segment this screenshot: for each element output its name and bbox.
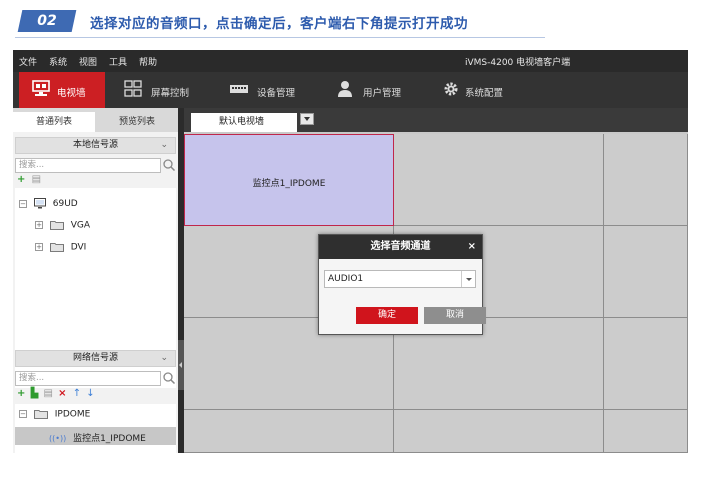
tree-folder-vga[interactable]: + VGA	[35, 220, 90, 231]
menu-file[interactable]: 文件	[19, 55, 37, 68]
copy-icon[interactable]: ▤	[43, 388, 52, 399]
copy-icon[interactable]: ▤	[32, 174, 41, 185]
nav-label: 屏幕控制	[151, 88, 190, 99]
menu-system[interactable]: 系统	[49, 55, 67, 68]
network-source-header[interactable]: 网络信号源 ⌄	[15, 350, 176, 367]
screen-grid-icon	[124, 80, 142, 97]
tree-label: 69UD	[52, 199, 78, 209]
collapse-icon[interactable]: −	[19, 199, 27, 208]
nav-device-management[interactable]: 设备管理	[217, 72, 317, 108]
nav-video-wall[interactable]: 电视墙	[19, 72, 105, 108]
arrow-down-icon[interactable]: ↓	[86, 388, 94, 399]
expand-icon[interactable]: +	[35, 221, 43, 229]
video-wall-icon	[32, 80, 50, 96]
folder-icon	[49, 243, 64, 252]
wall-cell[interactable]	[604, 318, 688, 410]
local-search-input[interactable]: 搜索...	[15, 158, 161, 173]
wall-cell-active[interactable]: 监控点1_IPDOME	[184, 134, 394, 226]
search-icon[interactable]	[162, 371, 176, 385]
tree-label: DVI	[70, 242, 87, 253]
close-icon[interactable]: ×	[468, 235, 476, 259]
nav-user-management[interactable]: 用户管理	[323, 72, 423, 108]
wall-cell[interactable]	[604, 410, 688, 453]
audio-channel-select[interactable]: AUDIO1	[324, 270, 476, 288]
chevron-down-icon[interactable]	[461, 271, 475, 287]
nav-label: 电视墙	[57, 88, 86, 99]
nav-bar: 电视墙 屏幕控制 设备管理 用户管理 系统配置	[13, 72, 688, 108]
wall-cell[interactable]	[604, 134, 688, 226]
chevron-down-icon[interactable]: ⌄	[160, 138, 168, 153]
network-toolbar: + ▙ ▤ × ↑ ↓	[17, 388, 95, 399]
menu-help[interactable]: 帮助	[139, 55, 157, 68]
import-icon[interactable]: ▙	[31, 388, 39, 399]
nav-screen-control[interactable]: 屏幕控制	[111, 72, 211, 108]
left-panel: 普通列表 预览列表 本地信号源 ⌄ 搜索... + ▤ − 69UD + VGA…	[13, 108, 178, 453]
folder-icon	[49, 221, 64, 230]
tab-default-wall[interactable]: 默认电视墙	[191, 113, 297, 132]
tree-folder-dvi[interactable]: + DVI	[35, 242, 86, 253]
tree-folder-ipdome[interactable]: − IPDOME	[19, 409, 90, 420]
nav-label: 用户管理	[363, 88, 402, 99]
step-number: 02	[37, 13, 57, 29]
chevron-down-icon[interactable]: ⌄	[160, 351, 168, 366]
step-title: 选择对应的音频口，点击确定后，客户端右下角提示打开成功	[90, 16, 468, 32]
step-divider	[15, 37, 545, 38]
ok-button[interactable]: 确定	[356, 307, 418, 324]
nav-system-config[interactable]: 系统配置	[429, 72, 529, 108]
app-title: iVMS-4200 电视墙客户端	[465, 58, 571, 68]
local-source-title: 本地信号源	[72, 140, 118, 150]
dialog-title-bar: 选择音频通道 ×	[319, 235, 482, 259]
step-header: 02 选择对应的音频口，点击确定后，客户端右下角提示打开成功	[15, 10, 545, 38]
add-icon[interactable]: +	[17, 388, 25, 399]
nav-label: 系统配置	[465, 88, 504, 99]
arrow-up-icon[interactable]: ↑	[73, 388, 81, 399]
tree-label: 监控点1_IPDOME	[73, 434, 146, 444]
local-source-header[interactable]: 本地信号源 ⌄	[15, 137, 176, 154]
user-icon	[338, 81, 352, 97]
tree-device-69ud[interactable]: − 69UD	[19, 198, 78, 209]
tree-label: VGA	[70, 220, 91, 231]
camera-signal-icon: ((•))	[49, 434, 67, 443]
wall-tab-bar: 默认电视墙	[184, 108, 688, 132]
network-search-input[interactable]: 搜索...	[15, 371, 161, 386]
tree-camera-item[interactable]: ((•)) 监控点1_IPDOME	[49, 431, 146, 444]
audio-channel-dialog: 选择音频通道 × AUDIO1 确定 取消	[318, 234, 486, 335]
menu-bar: 文件 系统 视图 工具 帮助 iVMS-4200 电视墙客户端	[13, 50, 688, 72]
wall-cell[interactable]	[394, 410, 604, 453]
menu-view[interactable]: 视图	[79, 55, 97, 68]
menu-tools[interactable]: 工具	[109, 55, 127, 68]
nav-label: 设备管理	[257, 88, 296, 99]
local-toolbar: + ▤	[17, 174, 41, 185]
collapse-icon[interactable]: −	[19, 410, 27, 418]
network-source-title: 网络信号源	[72, 353, 118, 363]
wall-cell[interactable]	[184, 410, 394, 453]
expand-icon[interactable]: +	[35, 243, 43, 251]
select-value: AUDIO1	[328, 274, 364, 284]
folder-open-icon	[33, 410, 48, 419]
wall-cell[interactable]	[604, 226, 688, 318]
wall-cell[interactable]	[394, 134, 604, 226]
device-icon	[230, 85, 248, 93]
gear-icon	[444, 82, 458, 96]
tree-label: IPDOME	[54, 409, 91, 420]
search-icon[interactable]	[162, 158, 176, 172]
list-tabs: 普通列表 预览列表	[13, 108, 178, 132]
cancel-button[interactable]: 取消	[424, 307, 486, 324]
delete-icon[interactable]: ×	[58, 388, 66, 399]
wall-dropdown-button[interactable]	[300, 113, 314, 125]
dialog-title: 选择音频通道	[370, 241, 431, 252]
tab-normal-list[interactable]: 普通列表	[13, 112, 95, 132]
add-icon[interactable]: +	[17, 174, 25, 185]
tab-preview-list[interactable]: 预览列表	[96, 112, 178, 132]
monitor-icon	[33, 198, 46, 209]
cell-label: 监控点1_IPDOME	[252, 179, 326, 189]
